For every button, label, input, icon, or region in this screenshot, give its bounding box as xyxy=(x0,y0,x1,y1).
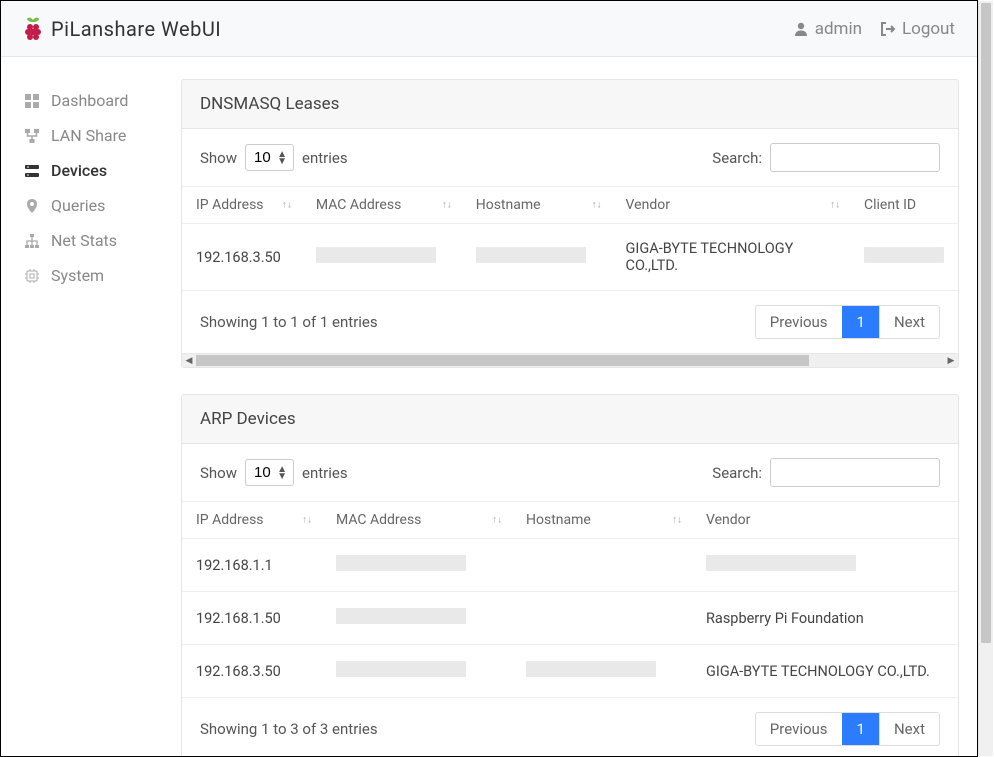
user-icon xyxy=(793,21,809,37)
cell-clientid xyxy=(850,224,958,291)
col-vendor[interactable]: Vendor↑↓ xyxy=(612,187,850,224)
leases-card: DNSMASQ Leases Show 10 ▲▼ entries Sea xyxy=(181,79,959,368)
leases-pagesize-select[interactable]: 10 xyxy=(245,144,294,171)
table-row: 192.168.3.50 GIGA-BYTE TECHNOLOGY CO.,LT… xyxy=(182,645,958,698)
server-icon xyxy=(23,162,41,180)
topbar: PiLanshare WebUI admin Logout xyxy=(1,1,977,57)
sidebar: Dashboard LAN Share Devices Queries Net … xyxy=(1,57,171,757)
sidebar-item-lanshare[interactable]: LAN Share xyxy=(23,118,171,153)
cell-ip: 192.168.3.50 xyxy=(182,224,302,291)
page-1-button[interactable]: 1 xyxy=(842,713,879,745)
chip-icon xyxy=(23,267,41,285)
sidebar-item-label: Dashboard xyxy=(51,91,128,110)
table-row: 192.168.1.1 xyxy=(182,539,958,592)
cell-vendor: GIGA-BYTE TECHNOLOGY CO.,LTD. xyxy=(692,645,958,698)
arp-title: ARP Devices xyxy=(182,395,958,444)
col-ip[interactable]: IP Address↑↓ xyxy=(182,502,322,539)
next-button[interactable]: Next xyxy=(879,306,939,338)
logout-icon xyxy=(880,21,896,37)
sidebar-item-label: LAN Share xyxy=(51,126,126,145)
cell-vendor: Raspberry Pi Foundation xyxy=(692,592,958,645)
cell-ip: 192.168.1.50 xyxy=(182,592,322,645)
network-icon xyxy=(23,127,41,145)
sitemap-icon xyxy=(23,232,41,250)
cell-host xyxy=(512,539,692,592)
sidebar-item-label: Net Stats xyxy=(51,231,117,250)
user-name: admin xyxy=(815,19,862,39)
user-link[interactable]: admin xyxy=(793,19,862,39)
entries-label: entries xyxy=(302,464,348,482)
arp-table: IP Address↑↓ MAC Address↑↓ Hostname↑↓ Ve… xyxy=(182,501,958,698)
col-vendor[interactable]: Vendor xyxy=(692,502,958,539)
sidebar-item-netstats[interactable]: Net Stats xyxy=(23,223,171,258)
logout-link[interactable]: Logout xyxy=(880,19,955,39)
sidebar-item-queries[interactable]: Queries xyxy=(23,188,171,223)
cell-mac xyxy=(322,645,512,698)
show-label: Show xyxy=(200,464,237,482)
search-label: Search: xyxy=(712,149,762,167)
leases-pager: Previous 1 Next xyxy=(755,305,940,339)
pin-icon xyxy=(23,197,41,215)
brand: PiLanshare WebUI xyxy=(23,17,221,41)
leases-info: Showing 1 to 1 of 1 entries xyxy=(200,313,378,331)
col-mac[interactable]: MAC Address↑↓ xyxy=(302,187,462,224)
cell-vendor xyxy=(692,539,958,592)
cell-mac xyxy=(322,539,512,592)
show-label: Show xyxy=(200,149,237,167)
table-row: 192.168.3.50 GIGA-BYTE TECHNOLOGY CO.,LT… xyxy=(182,224,958,291)
sidebar-item-dashboard[interactable]: Dashboard xyxy=(23,83,171,118)
arp-pagesize-select[interactable]: 10 xyxy=(245,459,294,486)
cell-host xyxy=(512,592,692,645)
window-vscroll[interactable] xyxy=(978,1,993,756)
arp-card: ARP Devices Show 10 ▲▼ entries Search xyxy=(181,394,959,757)
sidebar-item-label: Devices xyxy=(51,161,107,180)
cell-ip: 192.168.1.1 xyxy=(182,539,322,592)
raspberry-icon xyxy=(23,17,43,41)
col-ip[interactable]: IP Address↑↓ xyxy=(182,187,302,224)
arp-pager: Previous 1 Next xyxy=(755,712,940,746)
leases-table: IP Address↑↓ MAC Address↑↓ Hostname↑↓ Ve… xyxy=(182,186,958,291)
sidebar-item-system[interactable]: System xyxy=(23,258,171,293)
cell-mac xyxy=(302,224,462,291)
col-clientid[interactable]: Client ID xyxy=(850,187,958,224)
leases-title: DNSMASQ Leases xyxy=(182,80,958,129)
arp-search-input[interactable] xyxy=(770,458,940,487)
sidebar-item-label: System xyxy=(51,266,104,285)
col-mac[interactable]: MAC Address↑↓ xyxy=(322,502,512,539)
prev-button[interactable]: Previous xyxy=(756,306,842,338)
sidebar-item-devices[interactable]: Devices xyxy=(23,153,171,188)
arp-info: Showing 1 to 3 of 3 entries xyxy=(200,720,378,738)
grid-icon xyxy=(23,92,41,110)
cell-vendor: GIGA-BYTE TECHNOLOGY CO.,LTD. xyxy=(612,224,850,291)
brand-title: PiLanshare WebUI xyxy=(51,17,221,41)
search-label: Search: xyxy=(712,464,762,482)
col-host[interactable]: Hostname↑↓ xyxy=(512,502,692,539)
sidebar-item-label: Queries xyxy=(51,196,105,215)
main-content: DNSMASQ Leases Show 10 ▲▼ entries Sea xyxy=(171,57,977,757)
logout-label: Logout xyxy=(902,19,955,39)
cell-host xyxy=(462,224,612,291)
cell-host xyxy=(512,645,692,698)
entries-label: entries xyxy=(302,149,348,167)
leases-search-input[interactable] xyxy=(770,143,940,172)
cell-ip: 192.168.3.50 xyxy=(182,645,322,698)
next-button[interactable]: Next xyxy=(879,713,939,745)
prev-button[interactable]: Previous xyxy=(756,713,842,745)
table-row: 192.168.1.50 Raspberry Pi Foundation xyxy=(182,592,958,645)
leases-hscroll[interactable]: ◀ ▶ xyxy=(182,353,958,367)
page-1-button[interactable]: 1 xyxy=(842,306,879,338)
col-host[interactable]: Hostname↑↓ xyxy=(462,187,612,224)
cell-mac xyxy=(322,592,512,645)
